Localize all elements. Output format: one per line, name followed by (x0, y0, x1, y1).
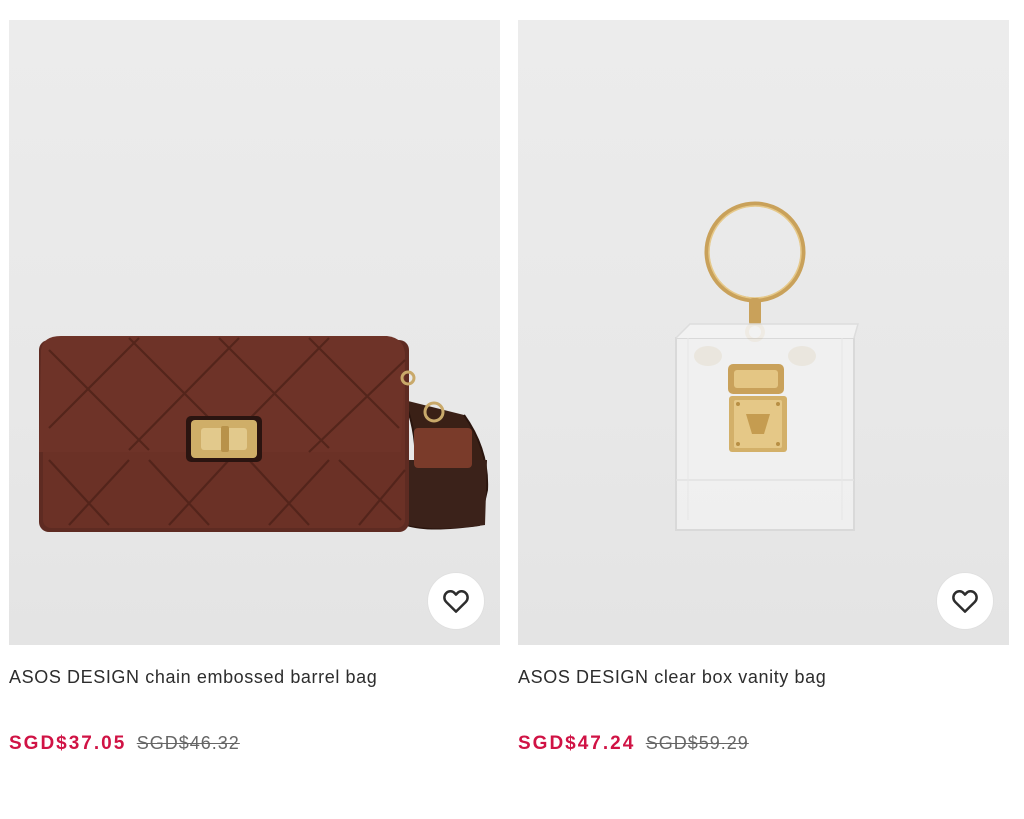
barrel-bag-image (39, 336, 489, 532)
product-image[interactable] (9, 20, 500, 645)
heart-outline-icon (952, 590, 978, 613)
price-current: SGD$37.05 (9, 733, 127, 754)
heart-outline-icon (443, 590, 469, 613)
product-prices: SGD$47.24 SGD$59.29 (518, 729, 1009, 757)
price-current: SGD$47.24 (518, 733, 636, 754)
product-image[interactable] (518, 20, 1009, 645)
product-card[interactable]: ASOS DESIGN chain embossed barrel bag SG… (9, 20, 500, 757)
product-prices: SGD$37.05 SGD$46.32 (9, 729, 500, 757)
wishlist-button[interactable] (428, 573, 484, 629)
price-original: SGD$59.29 (645, 733, 749, 753)
product-card[interactable]: ASOS DESIGN clear box vanity bag SGD$47.… (518, 20, 1009, 757)
product-title[interactable]: ASOS DESIGN chain embossed barrel bag (9, 665, 500, 689)
price-original: SGD$46.32 (136, 733, 240, 753)
wishlist-button[interactable] (937, 573, 993, 629)
product-title[interactable]: ASOS DESIGN clear box vanity bag (518, 665, 1009, 689)
clear-box-bag-image (675, 201, 859, 531)
product-grid: ASOS DESIGN chain embossed barrel bag SG… (0, 0, 1024, 819)
